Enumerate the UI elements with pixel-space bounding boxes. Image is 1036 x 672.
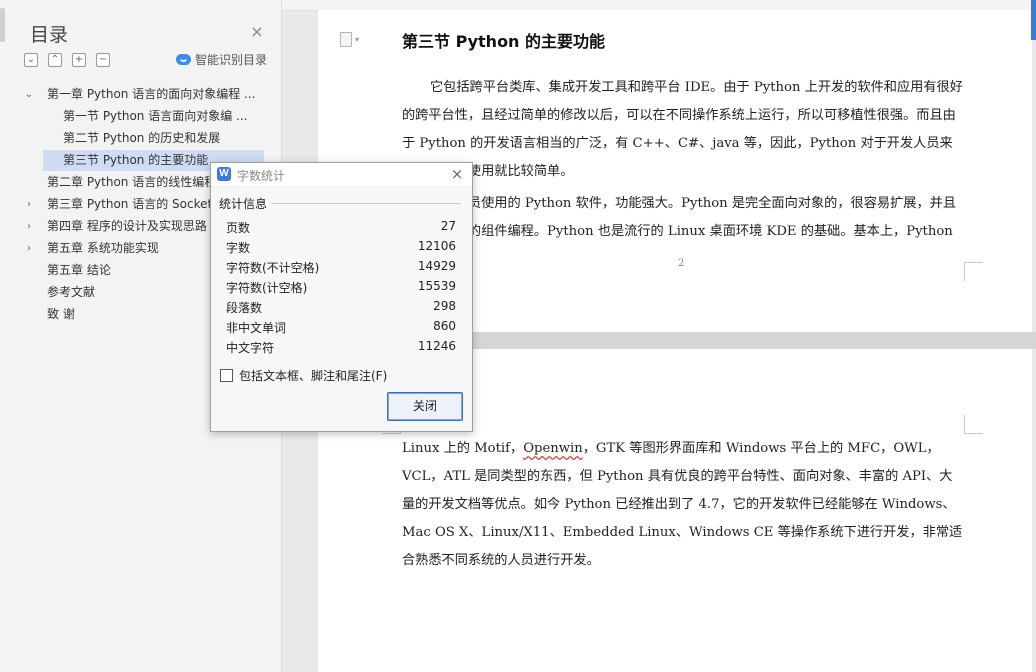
smart-toc-label: 智能识别目录 <box>195 53 268 67</box>
expand-all-icon[interactable]: ⌃ <box>48 53 62 67</box>
stat-row-chinese-chars: 中文字符 11246 <box>226 339 456 355</box>
chevron-down-icon[interactable]: ⌄ <box>22 84 36 105</box>
include-textbox-footnotes-checkbox[interactable]: 包括文本框、脚注和尾注(F) <box>220 367 387 384</box>
nav-title: 目录 <box>30 24 69 46</box>
dialog-close-icon[interactable]: × <box>449 166 465 182</box>
spellcheck-word[interactable]: Openwin <box>523 441 583 456</box>
remove-heading-icon[interactable]: − <box>96 53 110 67</box>
nav-scrollbar[interactable] <box>0 8 5 42</box>
chevron-right-icon[interactable]: › <box>22 194 36 215</box>
dialog-title: 字数统计 <box>237 169 286 183</box>
section-heading: 第三节 Python 的主要功能 <box>402 32 606 51</box>
stat-row-words: 字数 12106 <box>226 239 456 255</box>
smart-toc-button[interactable]: 智能识别目录 <box>176 51 267 68</box>
stats-group-label: 统计信息 <box>219 195 271 212</box>
document-menu-icon[interactable]: ▾ <box>340 32 359 47</box>
margin-corner-mark <box>964 262 983 281</box>
paragraph: 它包括跨平台类库、集成开发工具和跨平台 IDE。由于 Python 上开发的软件… <box>402 80 963 179</box>
toc-item-chapter-1[interactable]: ⌄ 第一章 Python 语言的面向对象编程 ... <box>22 84 272 105</box>
stat-row-chars-with-spaces: 字符数(计空格) 15539 <box>226 279 456 295</box>
stat-row-pages: 页数 27 <box>226 219 456 235</box>
close-button[interactable]: 关闭 <box>387 392 463 421</box>
nav-close-icon[interactable]: × <box>249 24 265 40</box>
toc-item-section-2[interactable]: 第二节 Python 的历史和发展 <box>22 128 272 149</box>
collapse-all-icon[interactable]: ⌄ <box>24 53 38 67</box>
group-divider <box>271 203 461 204</box>
chevron-right-icon[interactable]: › <box>22 238 36 259</box>
checkbox-label: 包括文本框、脚注和尾注(F) <box>239 369 388 383</box>
paragraph: Linux 上的 Motif，Openwin，GTK 等图形界面库和 Windo… <box>402 441 963 568</box>
margin-corner-mark <box>964 415 983 434</box>
stat-row-non-chinese-words: 非中文单词 860 <box>226 319 456 335</box>
cloud-icon <box>176 54 191 65</box>
checkbox-box[interactable] <box>220 369 233 382</box>
word-count-dialog: W 字数统计 × 统计信息 页数 27 字数 12106 字符数(不计空格) 1… <box>210 162 473 432</box>
chevron-right-icon[interactable]: › <box>22 216 36 237</box>
dialog-titlebar[interactable]: W 字数统计 × <box>211 163 472 185</box>
stat-row-paragraphs: 段落数 298 <box>226 299 456 315</box>
stat-row-chars-no-spaces: 字符数(不计空格) 14929 <box>226 259 456 275</box>
add-heading-icon[interactable]: + <box>72 53 86 67</box>
document-scrollbar[interactable] <box>1031 0 1036 40</box>
page-number: 2 <box>678 258 685 269</box>
wps-logo-icon: W <box>217 167 231 181</box>
toc-item-section-1[interactable]: 第一节 Python 语言面向对象编 ... <box>22 106 272 127</box>
